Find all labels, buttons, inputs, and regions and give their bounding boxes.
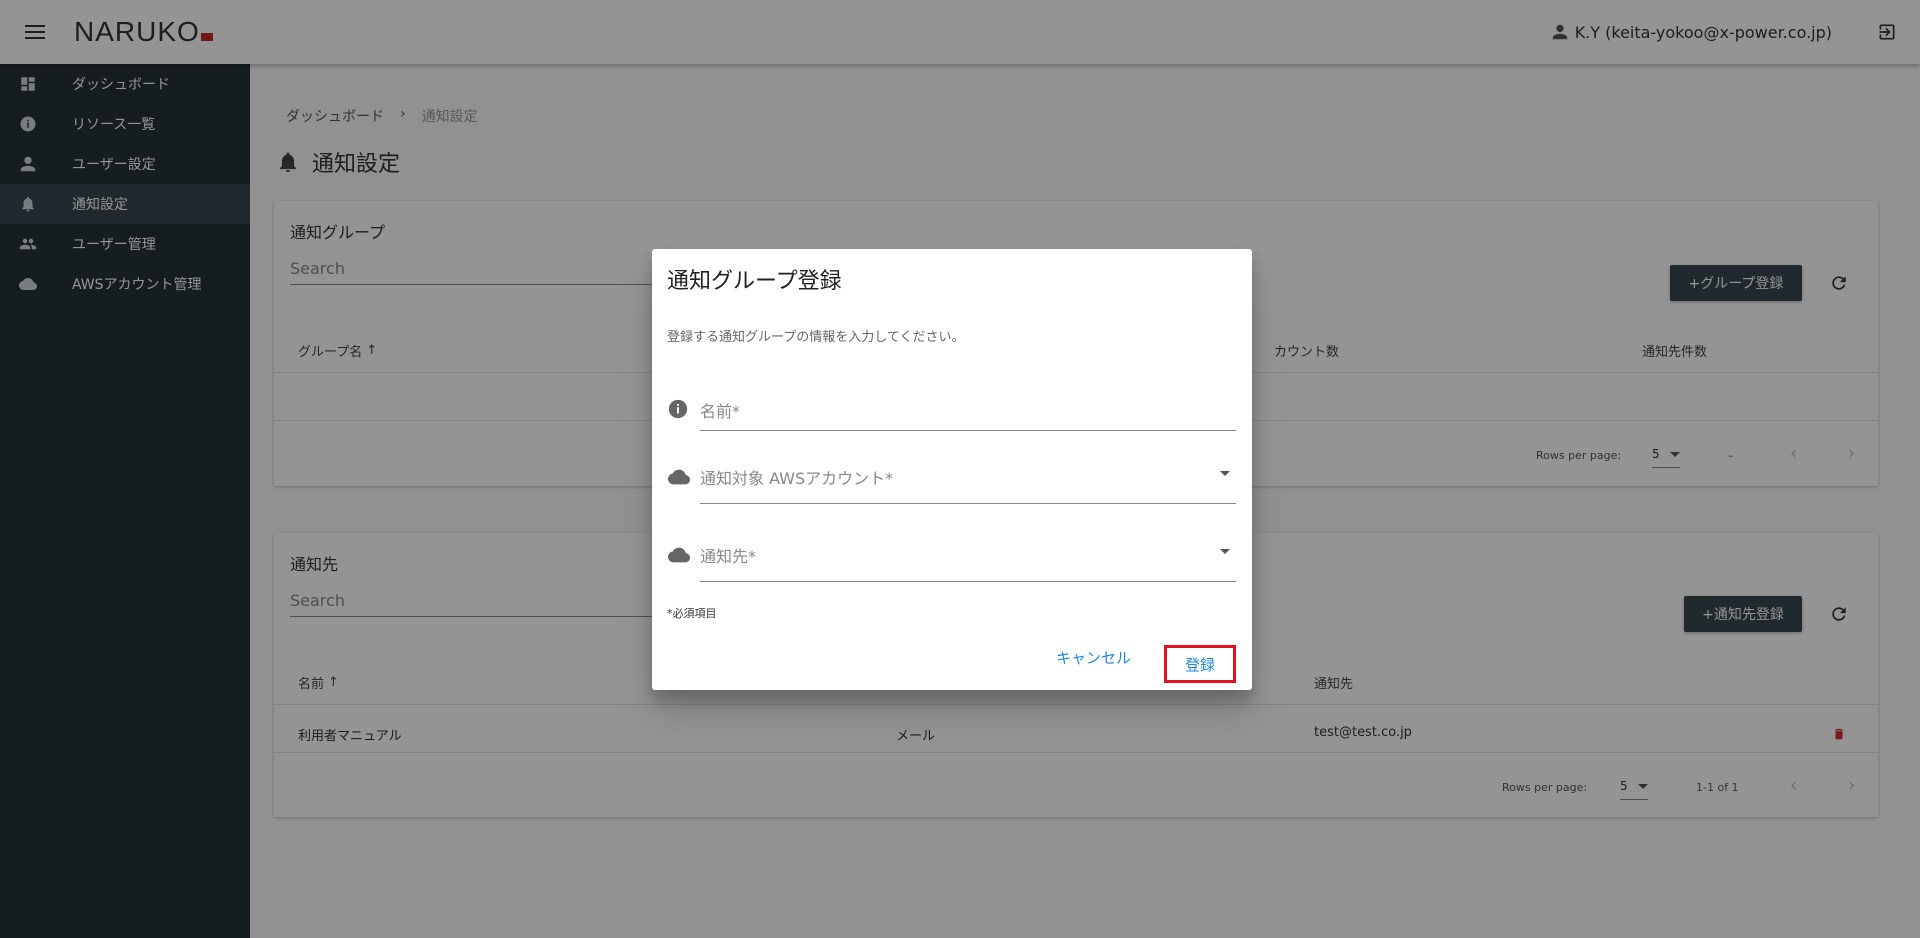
info-icon <box>668 399 688 419</box>
aws-account-select-label: 通知対象 AWSアカウント* <box>700 469 894 488</box>
submit-button[interactable]: 登録 <box>1164 645 1236 683</box>
chevron-down-icon <box>1220 471 1230 476</box>
dialog-title: 通知グループ登録 <box>667 269 842 294</box>
cancel-button[interactable]: キャンセル <box>1056 647 1131 668</box>
name-field-label: 名前* <box>700 402 741 421</box>
register-group-dialog: 通知グループ登録 登録する通知グループの情報を入力してください。 名前* 通知対… <box>652 249 1252 690</box>
cloud-icon <box>668 469 690 485</box>
dialog-description: 登録する通知グループの情報を入力してください。 <box>667 330 965 345</box>
cloud-icon <box>668 547 690 563</box>
name-field[interactable]: 名前* <box>700 398 1236 431</box>
required-note: *必須項目 <box>667 607 717 620</box>
aws-account-select[interactable]: 通知対象 AWSアカウント* <box>700 465 1236 504</box>
destination-select[interactable]: 通知先* <box>700 543 1236 582</box>
destination-select-label: 通知先* <box>700 547 757 566</box>
chevron-down-icon <box>1220 549 1230 554</box>
